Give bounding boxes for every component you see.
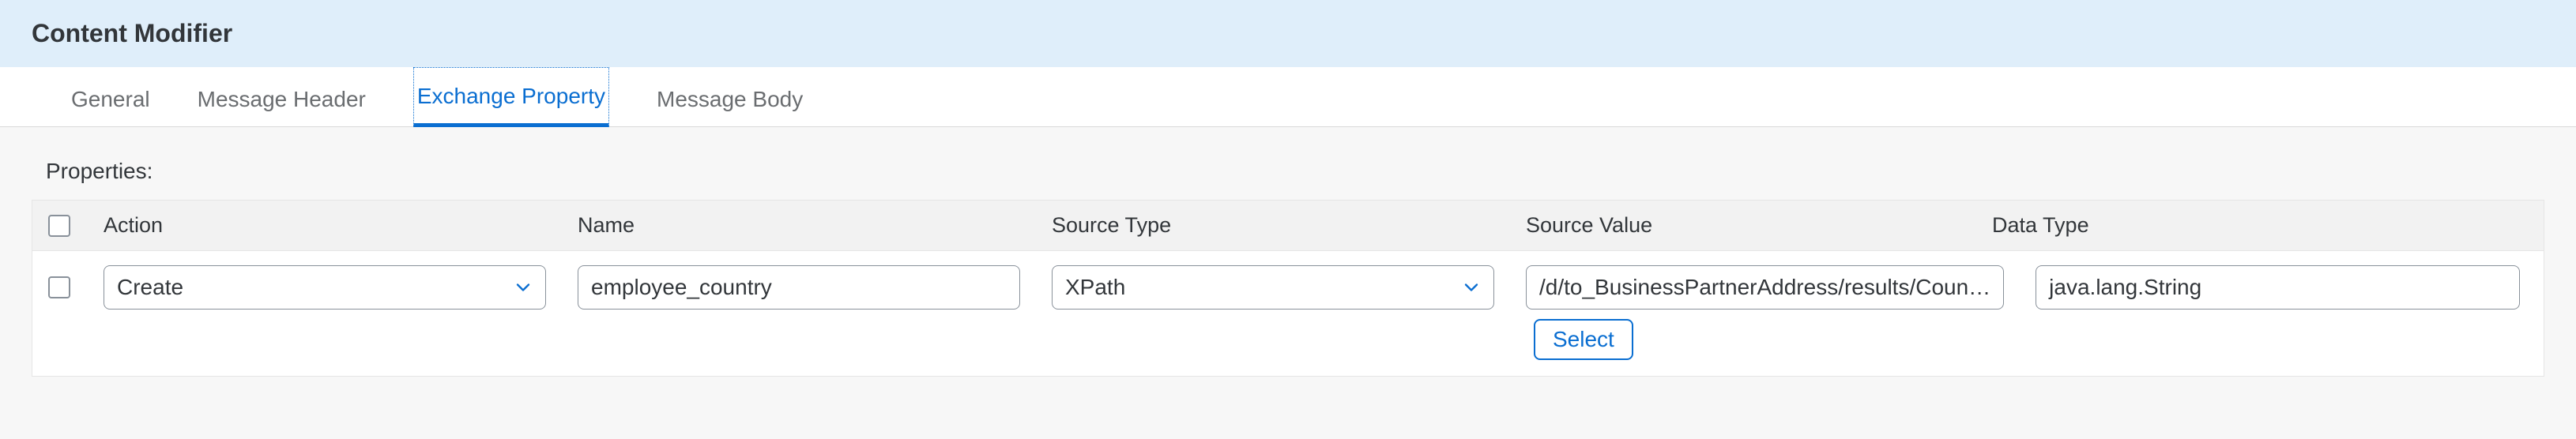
action-select-value: Create <box>117 275 183 300</box>
column-header-action: Action <box>104 213 578 238</box>
tab-bar: General Message Header Exchange Property… <box>0 67 2576 127</box>
data-type-input[interactable]: java.lang.String <box>2036 265 2520 310</box>
table-header-row: Action Name Source Type Source Value Dat… <box>32 201 2544 251</box>
tab-general[interactable]: General <box>71 71 150 126</box>
tab-message-header[interactable]: Message Header <box>198 71 366 126</box>
properties-label: Properties: <box>46 159 2544 184</box>
properties-table: Action Name Source Type Source Value Dat… <box>32 200 2544 377</box>
name-input[interactable]: employee_country <box>578 265 1020 310</box>
header-banner: Content Modifier <box>0 0 2576 67</box>
data-type-value: java.lang.String <box>2049 275 2201 300</box>
source-type-value: XPath <box>1065 275 1125 300</box>
page-title: Content Modifier <box>32 19 2544 48</box>
column-header-source-type: Source Type <box>1052 213 1526 238</box>
table-row: Create employee_country XPath <box>32 251 2544 376</box>
source-value-input[interactable]: /d/to_BusinessPartnerAddress/results/Cou… <box>1526 265 2004 310</box>
chevron-down-icon <box>1460 276 1482 298</box>
select-all-checkbox[interactable] <box>48 215 70 237</box>
source-type-select[interactable]: XPath <box>1052 265 1494 310</box>
column-header-data-type: Data Type <box>1992 213 2544 238</box>
select-button[interactable]: Select <box>1534 319 1633 360</box>
tab-exchange-property[interactable]: Exchange Property <box>413 67 609 127</box>
action-select[interactable]: Create <box>104 265 546 310</box>
row-checkbox[interactable] <box>48 276 70 298</box>
source-value-text: /d/to_BusinessPartnerAddress/results/Cou… <box>1539 275 1990 300</box>
column-header-name: Name <box>578 213 1052 238</box>
content-area: Properties: Action Name Source Type Sour… <box>0 127 2576 408</box>
chevron-down-icon <box>512 276 534 298</box>
tab-message-body[interactable]: Message Body <box>657 71 803 126</box>
name-input-value: employee_country <box>591 275 772 300</box>
column-header-source-value: Source Value <box>1526 213 1992 238</box>
